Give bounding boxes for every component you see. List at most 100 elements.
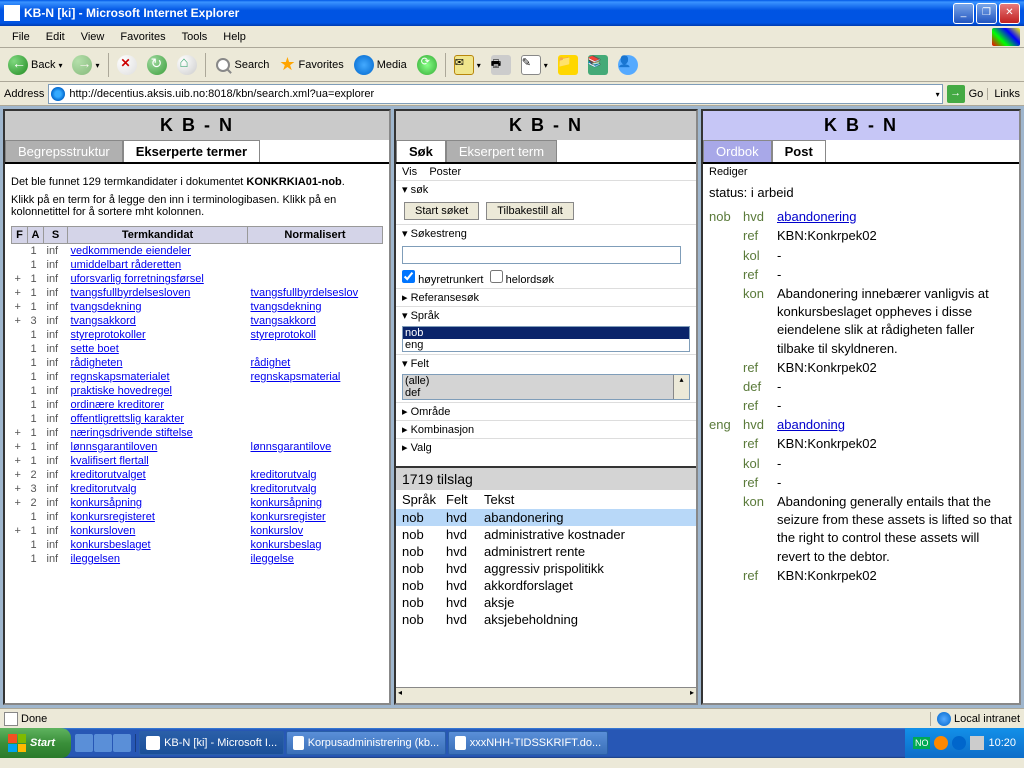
hit-row[interactable]: nobhvdabandonering bbox=[396, 509, 696, 526]
messenger-button[interactable]: 👤 bbox=[614, 52, 642, 78]
start-button[interactable]: Start bbox=[0, 728, 71, 758]
referansesok-toggle[interactable]: ▸ bbox=[402, 292, 411, 304]
media-button[interactable]: Media bbox=[350, 52, 411, 78]
table-row[interactable]: 1infregnskapsmaterialetregnskapsmaterial bbox=[12, 370, 383, 384]
kombinasjon-toggle[interactable]: ▸ bbox=[402, 424, 411, 436]
valg-toggle[interactable]: ▸ bbox=[402, 442, 411, 454]
tab-ekserpert-term[interactable]: Ekserpert term bbox=[446, 140, 557, 162]
clock[interactable]: 10:20 bbox=[988, 737, 1016, 749]
table-row[interactable]: +1inftvangsfullbyrdelsesloventvangsfullb… bbox=[12, 286, 383, 300]
lang-nob[interactable]: nob bbox=[403, 327, 689, 339]
table-row[interactable]: +1inftvangsdekningtvangsdekning bbox=[12, 300, 383, 314]
start-search-button[interactable]: Start søket bbox=[404, 202, 479, 220]
forward-button[interactable]: → bbox=[68, 52, 103, 78]
felt-toggle[interactable]: ▾ bbox=[402, 358, 411, 370]
table-row[interactable]: +3inftvangsakkordtvangsakkord bbox=[12, 314, 383, 328]
ql-app-icon[interactable] bbox=[113, 734, 131, 752]
hit-row[interactable]: nobhvdaksjebeholdning bbox=[396, 611, 696, 628]
felt-alle[interactable]: (alle) bbox=[403, 375, 689, 387]
rediger-link[interactable]: Rediger bbox=[703, 164, 1019, 180]
history-button[interactable]: ⟳ bbox=[413, 52, 441, 78]
print-button[interactable]: 🖶 bbox=[487, 52, 515, 78]
menu-help[interactable]: Help bbox=[215, 29, 254, 45]
table-row[interactable]: 1infumiddelbart råderetten bbox=[12, 258, 383, 272]
search-input[interactable] bbox=[402, 246, 681, 264]
table-row[interactable]: 1infkonkursregisteretkonkursregister bbox=[12, 510, 383, 524]
table-row[interactable]: 1infordinære kreditorer bbox=[12, 398, 383, 412]
table-row[interactable]: 1infileggelsenileggelse bbox=[12, 552, 383, 566]
table-row[interactable]: +2infkreditorutvalgetkreditorutvalg bbox=[12, 468, 383, 482]
taskbar-item[interactable]: Korpusadministrering (kb... bbox=[286, 731, 446, 755]
table-row[interactable]: 1infkonkursbeslagetkonkursbeslag bbox=[12, 538, 383, 552]
table-row[interactable]: 1infstyreprotokollerstyreprotokoll bbox=[12, 328, 383, 342]
hit-row[interactable]: nobhvdaggressiv prispolitikk bbox=[396, 560, 696, 577]
hit-row[interactable]: nobhvdakkordforslaget bbox=[396, 577, 696, 594]
col-f[interactable]: F bbox=[12, 227, 28, 244]
research-button[interactable]: 📚 bbox=[584, 52, 612, 78]
close-button[interactable]: ✕ bbox=[999, 3, 1020, 24]
tray-volume-icon[interactable] bbox=[970, 736, 984, 750]
tray-icon-1[interactable] bbox=[934, 736, 948, 750]
refresh-button[interactable] bbox=[143, 52, 171, 78]
tab-begrepsstruktur[interactable]: Begrepsstruktur bbox=[5, 140, 123, 162]
helordsok-checkbox[interactable] bbox=[490, 270, 503, 283]
ql-desktop-icon[interactable] bbox=[94, 734, 112, 752]
sokestreng-toggle[interactable]: ▾ bbox=[402, 228, 411, 240]
table-row[interactable]: 1infpraktiske hovedregel bbox=[12, 384, 383, 398]
hit-row[interactable]: nobhvdadministrative kostnader bbox=[396, 526, 696, 543]
col-s[interactable]: S bbox=[44, 227, 68, 244]
felt-scrollbar[interactable]: ▴ bbox=[673, 375, 689, 399]
mail-button[interactable]: ✉ bbox=[450, 52, 485, 78]
taskbar-item[interactable]: xxxNHH-TIDSSKRIFT.do... bbox=[448, 731, 608, 755]
taskbar-item[interactable]: KB-N [ki] - Microsoft I... bbox=[139, 731, 284, 755]
table-row[interactable]: +1infkonkurslovenkonkurslov bbox=[12, 524, 383, 538]
hoyretrunkert-checkbox[interactable] bbox=[402, 270, 415, 283]
address-input[interactable]: http://decentius.aksis.uib.no:8018/kbn/s… bbox=[48, 84, 942, 104]
edit-button[interactable]: ✎ bbox=[517, 52, 552, 78]
tab-sok[interactable]: Søk bbox=[396, 140, 446, 162]
table-row[interactable]: 1infvedkommende eiendeler bbox=[12, 244, 383, 259]
tray-icon-2[interactable] bbox=[952, 736, 966, 750]
hit-row[interactable]: nobhvdaksje bbox=[396, 594, 696, 611]
table-row[interactable]: +2infkonkursåpningkonkursåpning bbox=[12, 496, 383, 510]
menu-tools[interactable]: Tools bbox=[174, 29, 216, 45]
maximize-button[interactable]: ❐ bbox=[976, 3, 997, 24]
sprak-toggle[interactable]: ▾ bbox=[402, 310, 411, 322]
table-row[interactable]: +1infnæringsdrivende stiftelse bbox=[12, 426, 383, 440]
search-button[interactable]: Search bbox=[210, 52, 274, 78]
pane2-hscroll[interactable]: ◂▸ bbox=[396, 687, 696, 703]
menu-view[interactable]: View bbox=[73, 29, 113, 45]
table-row[interactable]: +1inflønnsgarantilovenlønnsgarantilove bbox=[12, 440, 383, 454]
language-list[interactable]: nob eng bbox=[402, 326, 690, 352]
tab-post[interactable]: Post bbox=[772, 140, 826, 162]
table-row[interactable]: 1infsette boet bbox=[12, 342, 383, 356]
sok-toggle[interactable]: ▾ bbox=[402, 184, 411, 196]
lang-eng[interactable]: eng bbox=[403, 339, 689, 351]
tab-ordbok[interactable]: Ordbok bbox=[703, 140, 772, 162]
ql-ie-icon[interactable] bbox=[75, 734, 93, 752]
minimize-button[interactable]: _ bbox=[953, 3, 974, 24]
menu-favorites[interactable]: Favorites bbox=[112, 29, 173, 45]
tray-lang[interactable]: NO bbox=[913, 737, 931, 749]
col-termkandidat[interactable]: Termkandidat bbox=[68, 227, 248, 244]
table-row[interactable]: +1infkvalifisert flertall bbox=[12, 454, 383, 468]
back-button[interactable]: ←Back bbox=[4, 52, 66, 78]
links-button[interactable]: Links bbox=[987, 88, 1020, 100]
home-button[interactable] bbox=[173, 52, 201, 78]
hit-row[interactable]: nobhvdadministrert rente bbox=[396, 543, 696, 560]
stop-button[interactable] bbox=[113, 52, 141, 78]
felt-list[interactable]: (alle) def ▴ bbox=[402, 374, 690, 400]
go-button[interactable]: → bbox=[947, 85, 965, 103]
tab-ekserperte-termer[interactable]: Ekserperte termer bbox=[123, 140, 260, 162]
menu-edit[interactable]: Edit bbox=[38, 29, 73, 45]
table-row[interactable]: 1infrådighetenrådighet bbox=[12, 356, 383, 370]
table-row[interactable]: +1infuforsvarlig forretningsførsel bbox=[12, 272, 383, 286]
table-row[interactable]: 1infoffentligrettslig karakter bbox=[12, 412, 383, 426]
menu-file[interactable]: File bbox=[4, 29, 38, 45]
address-dropdown-icon[interactable] bbox=[936, 88, 940, 100]
table-row[interactable]: +3infkreditorutvalgkreditorutvalg bbox=[12, 482, 383, 496]
col-a[interactable]: A bbox=[28, 227, 44, 244]
col-normalisert[interactable]: Normalisert bbox=[248, 227, 383, 244]
reset-button[interactable]: Tilbakestill alt bbox=[486, 202, 574, 220]
felt-def[interactable]: def bbox=[403, 387, 689, 399]
